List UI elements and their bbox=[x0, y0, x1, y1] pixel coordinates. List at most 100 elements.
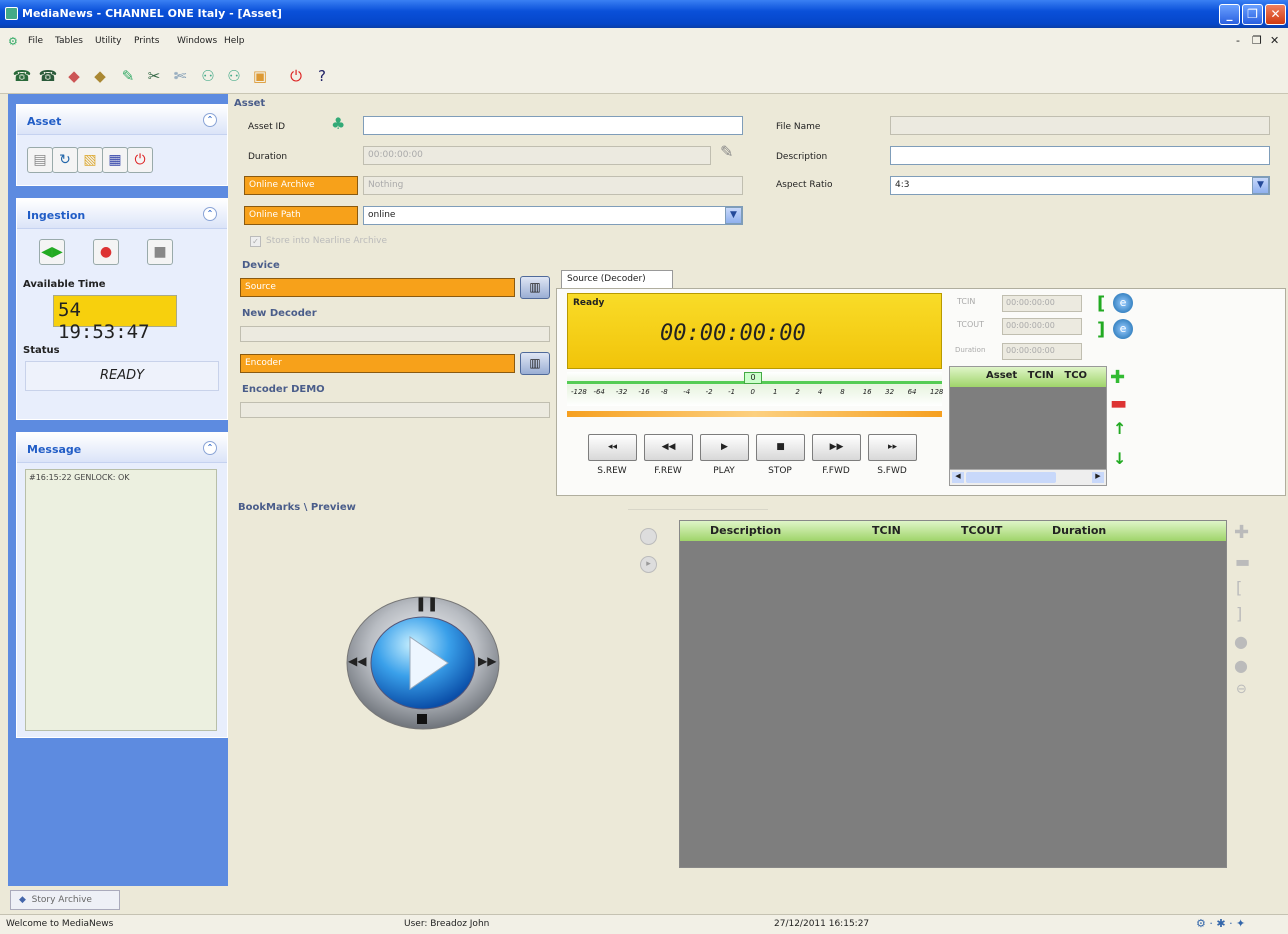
menu-help[interactable]: Help bbox=[224, 36, 245, 46]
fast-rewind-button[interactable]: ◀◀ bbox=[644, 434, 693, 461]
mdi-restore-button[interactable]: ❐ bbox=[1252, 34, 1262, 47]
asset-lookup-icon[interactable]: ♣ bbox=[331, 114, 345, 133]
fast-forward-button[interactable]: ▶▶ bbox=[812, 434, 861, 461]
col-tcout[interactable]: TCOUT bbox=[961, 524, 1002, 537]
s-fwd-label: S.FWD bbox=[877, 466, 907, 476]
edit-pencil-icon[interactable]: ✎ bbox=[720, 142, 733, 161]
preview-player[interactable]: ❚❚ ◀◀ ▶▶ bbox=[344, 594, 502, 732]
users-icon[interactable]: ⚇ bbox=[196, 64, 220, 88]
close-asset-icon[interactable]: ⏻ bbox=[127, 147, 153, 173]
export-icon[interactable]: ⊖ bbox=[1236, 682, 1247, 697]
tab-source-decoder[interactable]: Source (Decoder) bbox=[561, 270, 673, 288]
source-browse-icon[interactable]: ▥ bbox=[520, 276, 550, 299]
stop-icon[interactable]: ■ bbox=[147, 239, 173, 265]
description-input[interactable] bbox=[890, 146, 1270, 165]
ingest-play-icon[interactable]: ◀▶ bbox=[39, 239, 65, 265]
scissors-icon[interactable]: ✄ bbox=[168, 64, 192, 88]
goto-out-icon[interactable]: e bbox=[1113, 319, 1133, 339]
story-archive-tab[interactable]: ◆ Story Archive bbox=[10, 890, 120, 910]
col-tco[interactable]: TCO bbox=[1064, 370, 1087, 381]
col-tcin[interactable]: TCIN bbox=[872, 524, 901, 537]
story-icon[interactable]: ◆ bbox=[88, 64, 112, 88]
asset-id-input[interactable] bbox=[363, 116, 743, 135]
goto-in-icon[interactable]: e bbox=[1113, 293, 1133, 313]
col-tcin[interactable]: TCIN bbox=[1028, 370, 1054, 381]
bookmark-dot-icon[interactable] bbox=[640, 528, 657, 545]
source-label[interactable]: Source bbox=[240, 278, 515, 297]
aspect-ratio-select[interactable]: 4:3 bbox=[890, 176, 1270, 195]
edit-icon[interactable]: ✎ bbox=[116, 64, 140, 88]
collapse-icon[interactable]: ⌃ bbox=[203, 207, 217, 221]
tools-icon[interactable]: ✂ bbox=[142, 64, 166, 88]
stop-button[interactable]: ■ bbox=[756, 434, 805, 461]
tray-icons[interactable]: ⚙ · ✱ · ✦ bbox=[1196, 917, 1245, 930]
scroll-left-icon[interactable]: ◀ bbox=[952, 472, 964, 483]
clip-list[interactable]: Asset TCIN TCO ◀ ▶ bbox=[949, 366, 1107, 486]
group-icon[interactable]: ⚇ bbox=[222, 64, 246, 88]
menu-prints[interactable]: Prints bbox=[134, 36, 159, 46]
online-path-select[interactable]: online bbox=[363, 206, 743, 225]
menu-file[interactable]: File bbox=[28, 36, 43, 46]
add-bookmark-icon[interactable]: ✚ bbox=[1234, 522, 1249, 543]
forward-icon[interactable]: ▶▶ bbox=[478, 654, 496, 668]
folder-icon[interactable]: ▣ bbox=[248, 64, 272, 88]
pause-icon[interactable]: ❚❚ bbox=[415, 596, 438, 612]
jog-handle[interactable]: 0 bbox=[744, 372, 762, 384]
col-asset[interactable]: Asset bbox=[986, 370, 1017, 381]
new-asset-icon[interactable]: ▤ bbox=[27, 147, 53, 173]
goto-bookmark-in-icon[interactable]: ● bbox=[1234, 632, 1248, 651]
record-icon[interactable]: ● bbox=[93, 239, 119, 265]
refresh-icon[interactable]: ↻ bbox=[52, 147, 78, 173]
online-path-label[interactable]: Online Path bbox=[244, 206, 358, 225]
goto-bookmark-out-icon[interactable]: ● bbox=[1234, 656, 1248, 675]
move-down-icon[interactable]: ↓ bbox=[1113, 449, 1126, 468]
col-duration[interactable]: Duration bbox=[1052, 524, 1106, 537]
open-folder-icon[interactable]: ▧ bbox=[77, 147, 103, 173]
save-icon[interactable]: ▦ bbox=[102, 147, 128, 173]
online-archive-label[interactable]: Online Archive bbox=[244, 176, 358, 195]
chevron-down-icon[interactable]: ▼ bbox=[725, 207, 742, 224]
app-menu-icon[interactable]: ⚙ bbox=[8, 35, 18, 48]
remove-clip-icon[interactable]: ▬ bbox=[1110, 393, 1127, 414]
mark-in-icon[interactable]: [ bbox=[1097, 293, 1105, 314]
slow-forward-button[interactable]: ▸▸ bbox=[868, 434, 917, 461]
bookmarks-grid[interactable]: Description TCIN TCOUT Duration bbox=[679, 520, 1227, 868]
maximize-button[interactable]: ❐ bbox=[1242, 4, 1263, 25]
decoder-name: New Decoder bbox=[242, 308, 317, 319]
ingest-icon[interactable]: ☎ bbox=[10, 64, 34, 88]
playout-icon[interactable]: ☎ bbox=[36, 64, 60, 88]
slow-rewind-button[interactable]: ◂◂ bbox=[588, 434, 637, 461]
jog-shuttle-scale[interactable]: 0 -128 -64 -32 -16 -8 -4 -2 -1 0 1 2 4 8 16 32 64 128 bbox=[567, 372, 943, 406]
set-out-icon[interactable]: ] bbox=[1236, 604, 1242, 623]
chevron-down-icon[interactable]: ▼ bbox=[1252, 177, 1269, 194]
scroll-right-icon[interactable]: ▶ bbox=[1092, 472, 1104, 483]
set-in-icon[interactable]: [ bbox=[1236, 578, 1242, 597]
rewind-icon[interactable]: ◀◀ bbox=[348, 654, 366, 668]
archive-icon[interactable]: ◆ bbox=[62, 64, 86, 88]
help-icon[interactable]: ? bbox=[310, 64, 334, 88]
mdi-minimize-button[interactable]: - bbox=[1236, 34, 1240, 47]
encoder-label[interactable]: Encoder bbox=[240, 354, 515, 373]
encoder-browse-icon[interactable]: ▥ bbox=[520, 352, 550, 375]
minimize-button[interactable]: _ bbox=[1219, 4, 1240, 25]
power-icon[interactable]: ⏻ bbox=[284, 64, 308, 88]
mdi-close-button[interactable]: ✕ bbox=[1270, 34, 1279, 47]
menu-tables[interactable]: Tables bbox=[55, 36, 83, 46]
play-button[interactable]: ▶ bbox=[700, 434, 749, 461]
add-clip-icon[interactable]: ✚ bbox=[1110, 367, 1125, 388]
store-nearline-checkbox[interactable]: ✓ bbox=[250, 236, 261, 247]
close-button[interactable]: ✕ bbox=[1265, 4, 1286, 25]
menu-utility[interactable]: Utility bbox=[95, 36, 121, 46]
menu-windows[interactable]: Windows bbox=[177, 36, 217, 46]
file-name-label: File Name bbox=[776, 122, 821, 132]
collapse-icon[interactable]: ⌃ bbox=[203, 441, 217, 455]
stop-icon[interactable] bbox=[417, 714, 427, 724]
bookmark-go-icon[interactable]: ▸ bbox=[640, 556, 657, 573]
mark-out-icon[interactable]: ] bbox=[1097, 319, 1105, 340]
collapse-icon[interactable]: ⌃ bbox=[203, 113, 217, 127]
scroll-thumb[interactable] bbox=[966, 472, 1056, 483]
horizontal-scrollbar[interactable]: ◀ ▶ bbox=[950, 469, 1106, 485]
col-description[interactable]: Description bbox=[710, 524, 781, 537]
move-up-icon[interactable]: ↑ bbox=[1113, 419, 1126, 438]
remove-bookmark-icon[interactable]: ▬ bbox=[1235, 552, 1250, 571]
